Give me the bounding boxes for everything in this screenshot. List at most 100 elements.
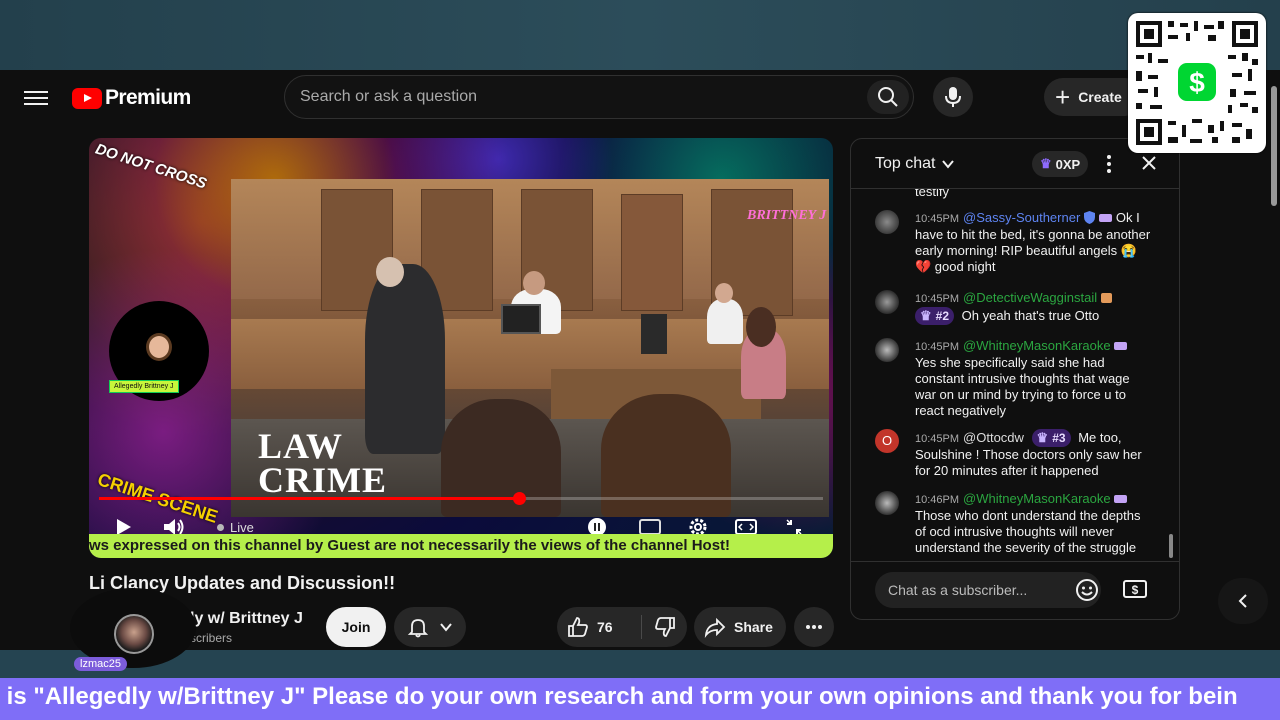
xp-label: 0XP bbox=[1055, 156, 1081, 172]
voice-search-button[interactable] bbox=[933, 77, 973, 117]
create-label: Create bbox=[1078, 89, 1122, 105]
qr-code-icon: $ bbox=[1136, 21, 1258, 145]
search-button[interactable] bbox=[867, 80, 909, 114]
smiley-icon bbox=[1076, 579, 1098, 601]
more-actions-button[interactable] bbox=[794, 607, 834, 647]
chat-author[interactable]: @Ottocdw bbox=[963, 430, 1024, 445]
chat-author[interactable]: @Sassy-Southerner bbox=[963, 210, 1080, 225]
chat-time: 10:45PM bbox=[915, 293, 960, 305]
chat-time: 10:45PM bbox=[915, 213, 960, 225]
chat-input[interactable] bbox=[875, 572, 1101, 608]
cashapp-qr-code: $ bbox=[1128, 13, 1266, 153]
like-button[interactable]: 76 bbox=[557, 607, 641, 647]
brittney-j-watermark: BRITTNEY J bbox=[747, 208, 827, 223]
rank-badge: ♛ #3 bbox=[1031, 429, 1071, 447]
truncated-message: testify bbox=[915, 189, 949, 199]
chat-text: Yes she specifically said she had consta… bbox=[915, 355, 1130, 418]
marquee-text: t is "Allegedly w/Brittney J" Please do … bbox=[0, 683, 1238, 710]
youtube-premium-logo[interactable]: Premium bbox=[72, 86, 191, 110]
notifications-button[interactable] bbox=[394, 607, 466, 647]
member-badge-icon bbox=[1099, 214, 1113, 222]
courtroom-video-feed: LAW CRIME bbox=[231, 179, 829, 517]
chat-time: 10:45PM bbox=[915, 341, 960, 353]
member-badge-icon bbox=[1101, 293, 1113, 303]
rank-badge: ♛ #2 bbox=[915, 307, 955, 325]
chat-mode-dropdown[interactable]: Top chat bbox=[875, 155, 955, 173]
emoji-button[interactable] bbox=[1075, 578, 1099, 602]
live-indicator[interactable]: Live bbox=[217, 520, 254, 535]
bell-icon bbox=[407, 619, 428, 638]
subscriber-count: scribers bbox=[190, 631, 233, 645]
logo-text: Premium bbox=[105, 86, 191, 109]
masthead: Premium + Create bbox=[0, 70, 1280, 126]
chat-avatar bbox=[875, 338, 899, 362]
share-label: Share bbox=[734, 619, 773, 635]
chat-avatar bbox=[875, 290, 899, 314]
progress-bar[interactable] bbox=[99, 492, 823, 505]
disclaimer-ticker: ws expressed on this channel by Guest ar… bbox=[89, 534, 833, 558]
member-badge-icon bbox=[1113, 495, 1127, 503]
captions-icon bbox=[639, 519, 661, 535]
stream-marquee: t is "Allegedly w/Brittney J" Please do … bbox=[0, 678, 1280, 720]
theater-icon bbox=[735, 519, 757, 535]
join-button[interactable]: Join bbox=[326, 607, 386, 647]
verified-shield-icon bbox=[1084, 211, 1096, 224]
super-chat-button[interactable]: $ bbox=[1122, 578, 1150, 602]
progress-scrubber[interactable] bbox=[512, 492, 526, 505]
chat-avatar bbox=[875, 491, 899, 515]
live-chat-panel: Top chat ♛ 0XP testify 10:45PM @Sassy-Sou… bbox=[850, 138, 1180, 620]
chat-avatar bbox=[875, 210, 899, 234]
thumbs-down-icon bbox=[654, 617, 675, 637]
close-icon bbox=[1142, 156, 1156, 170]
host-avatar bbox=[146, 333, 172, 361]
microphone-icon bbox=[945, 87, 961, 107]
share-icon bbox=[704, 617, 726, 638]
expand-panel-button[interactable] bbox=[1218, 578, 1268, 624]
chat-text: Oh yeah that's true Otto bbox=[961, 308, 1100, 323]
stream-overlay-bottom-band bbox=[0, 650, 1280, 678]
search-icon bbox=[878, 87, 898, 107]
chat-time: 10:45PM bbox=[915, 433, 960, 445]
more-horizontal-icon bbox=[806, 625, 822, 629]
like-count: 76 bbox=[597, 619, 613, 635]
chatter-avatar bbox=[114, 614, 154, 654]
dollar-bill-icon: $ bbox=[1123, 580, 1147, 598]
video-player[interactable]: DO NOT CROSS LAW CRIME BRITTNEY J CRIME … bbox=[89, 138, 833, 558]
svg-text:$: $ bbox=[1132, 583, 1139, 597]
menu-icon[interactable] bbox=[24, 87, 48, 109]
member-badge-icon bbox=[1113, 342, 1127, 350]
page-scrollbar[interactable] bbox=[1268, 80, 1280, 650]
progress-bar-fill bbox=[99, 497, 519, 500]
chat-author[interactable]: @WhitneyMasonKaraoke bbox=[963, 338, 1111, 353]
thumbs-up-icon bbox=[568, 617, 588, 637]
chat-scrollbar[interactable] bbox=[1169, 534, 1173, 558]
close-chat-button[interactable] bbox=[1138, 151, 1160, 175]
crown-icon: ♛ bbox=[1040, 156, 1052, 171]
chat-author[interactable]: @WhitneyMasonKaraoke bbox=[963, 491, 1111, 506]
stream-overlay-top-band bbox=[0, 0, 1280, 70]
chat-messages[interactable]: testify 10:45PM @Sassy-Southerner Ok I ha… bbox=[851, 189, 1179, 561]
chat-input-area: $ bbox=[851, 561, 1179, 619]
xp-badge[interactable]: ♛ 0XP bbox=[1032, 151, 1089, 177]
ticker-text: ws expressed on this channel by Guest ar… bbox=[89, 537, 731, 554]
page-scrollbar-thumb[interactable] bbox=[1271, 86, 1277, 206]
plus-icon: + bbox=[1055, 82, 1071, 112]
chevron-left-icon bbox=[1238, 594, 1247, 608]
live-label: Live bbox=[230, 520, 254, 535]
chat-menu-button[interactable] bbox=[1101, 153, 1117, 175]
chat-text: Those who dont understand the depths of … bbox=[915, 508, 1141, 555]
share-button[interactable]: Share bbox=[694, 607, 786, 647]
channel-name[interactable]: ly w/ Brittney J bbox=[190, 610, 303, 628]
chevron-down-icon bbox=[942, 160, 955, 169]
youtube-play-icon bbox=[72, 87, 102, 109]
chat-author[interactable]: @DetectiveWagginstail bbox=[963, 290, 1097, 305]
search-input[interactable] bbox=[285, 76, 855, 118]
more-vertical-icon bbox=[1107, 155, 1111, 173]
dislike-button[interactable] bbox=[642, 607, 687, 647]
chat-time: 10:46PM bbox=[915, 494, 960, 506]
law-and-crime-logo: LAW CRIME bbox=[258, 426, 387, 500]
search-box bbox=[284, 75, 914, 119]
host-name-tag: Allegedly Brittney J bbox=[109, 380, 179, 393]
chat-avatar: O bbox=[875, 429, 899, 453]
live-dot-icon bbox=[217, 524, 224, 531]
